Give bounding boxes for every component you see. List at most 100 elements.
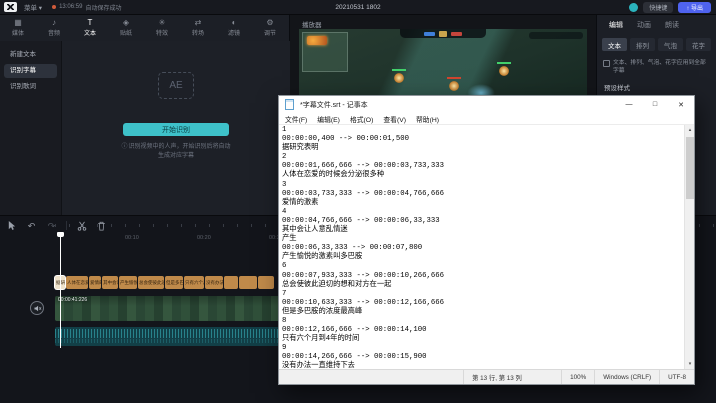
encoding: UTF-8: [659, 370, 694, 384]
inspector-tab[interactable]: 动画: [637, 20, 651, 30]
menu-button[interactable]: 菜单 ▾: [24, 2, 42, 12]
notepad-line: 总会使彼此迫切的想和对方在一起: [282, 280, 392, 289]
menu-label: 菜单 ▾: [24, 5, 43, 12]
info-icon: ⓘ: [121, 144, 128, 150]
subtitle-clip[interactable]: [224, 276, 238, 289]
line-ending: Windows (CRLF): [594, 370, 659, 384]
ruler-label: 00:10: [125, 235, 139, 241]
notepad-text-area[interactable]: 1 00:00:00,400 --> 00:00:01,500 据研究表明 2 …: [279, 125, 684, 369]
notepad-line: 00:00:10,633,333 --> 00:00:12,166,666: [282, 298, 445, 307]
select-cursor-icon[interactable]: [6, 220, 17, 231]
notepad-menu-item[interactable]: 编辑(E): [312, 114, 345, 124]
subtitle-clip-text: 但是多巴胺的浓度最高峰: [166, 280, 183, 285]
subtitle-clip[interactable]: 但是多巴胺的浓度最高峰: [165, 276, 183, 289]
subtitle-clip[interactable]: 只有六个月到4年的时间: [184, 276, 204, 289]
top-bar: 菜单 ▾ 13:06:59 自动保存成功 20210531 1802 快捷键 ↑…: [0, 0, 716, 15]
recognize-description: ⓘ识别视频中的人声，开始识别后将自动 生成对应字幕: [121, 144, 231, 159]
notepad-statusbar: 第 13 行, 第 13 列 100% Windows (CRLF) UTF-8: [279, 369, 694, 384]
sidebar-item[interactable]: 新建文本: [4, 48, 57, 62]
media-tab[interactable]: ⚙ 调节: [252, 15, 288, 41]
media-tab[interactable]: T 文本: [72, 15, 108, 41]
media-tab-icon: ◈: [122, 18, 130, 27]
text-style-subtab[interactable]: 花字: [686, 38, 711, 51]
subtitle-clip[interactable]: 人体在恋爱的时候会分泌很多种: [66, 276, 88, 289]
media-tab[interactable]: ♪ 音频: [36, 15, 72, 41]
media-tab-icon: ⚙: [266, 18, 274, 27]
media-tab[interactable]: ⇄ 转场: [180, 15, 216, 41]
subtitle-clip[interactable]: [239, 276, 257, 289]
hero-blob: [394, 73, 404, 83]
notepad-line: 没有办法一直维持下去: [282, 362, 355, 369]
media-tab[interactable]: ◐ 滤镜: [216, 15, 252, 41]
text-style-subtab[interactable]: 排列: [630, 38, 655, 51]
notepad-line: 据研究表明: [282, 144, 319, 153]
sidebar-item[interactable]: 识别歌词: [4, 80, 57, 94]
subtitle-clip[interactable]: 总会使彼此迫切的想和对方在一起: [138, 276, 164, 289]
shortcuts-button[interactable]: 快捷键: [643, 1, 674, 13]
text-style-subtabs: 文本 排列 气泡 花字: [597, 34, 716, 55]
export-button[interactable]: ↑ 导出: [678, 1, 711, 13]
notepad-line: 00:00:04,766,666 --> 00:00:06,33,333: [282, 216, 440, 225]
apply-all-checkbox[interactable]: [603, 60, 610, 67]
media-tab[interactable]: ✳ 特效: [144, 15, 180, 41]
subtitle-clip-text: 其中会让人意乱情迷: [103, 280, 118, 285]
notepad-scrollbar[interactable]: ▴ ▾: [684, 125, 694, 369]
scroll-down-icon[interactable]: ▾: [685, 359, 694, 369]
autosave-status: 13:06:59 自动保存成功: [52, 3, 121, 12]
media-tab-label: 滤镜: [227, 31, 240, 37]
scroll-up-icon[interactable]: ▴: [685, 125, 694, 135]
record-dot-icon: [52, 5, 57, 9]
media-tab-label: 特效: [155, 31, 168, 37]
subtitle-clip-text: 爱情的激素: [90, 280, 101, 285]
hero-hp-bar: [497, 62, 511, 64]
media-tab-label: 音频: [47, 31, 60, 37]
game-timer-icon: [439, 30, 447, 37]
notepad-line: 00:00:12,166,666 --> 00:00:14,100: [282, 326, 427, 335]
maximize-button[interactable]: □: [642, 96, 668, 113]
autosave-text: 自动保存成功: [85, 5, 122, 12]
autosave-time: 13:06:59: [59, 4, 83, 10]
media-tab-label: 文本: [83, 31, 96, 37]
minimize-button[interactable]: —: [616, 96, 642, 113]
notepad-line: 7: [282, 289, 287, 298]
media-tab[interactable]: ▦ 媒体: [0, 15, 36, 41]
subtitle-clip[interactable]: 产生愉悦的激素叫多巴胺: [119, 276, 137, 289]
undo-icon[interactable]: ↶: [26, 220, 37, 231]
notepad-menu-item[interactable]: 帮助(H): [411, 114, 444, 124]
inspector-tab[interactable]: 编辑: [609, 20, 623, 30]
text-style-subtab[interactable]: 文本: [602, 38, 627, 51]
subtitle-clip[interactable]: 没有办法一直维持下去: [205, 276, 223, 289]
notepad-line: 1: [282, 126, 287, 134]
recognize-subtitle-panel: AE 开始识别 ⓘ识别视频中的人声，开始识别后将自动 生成对应字幕: [62, 41, 290, 215]
notepad-menu-item[interactable]: 格式(O): [345, 114, 378, 124]
mute-original-audio-button[interactable]: [30, 301, 44, 315]
notepad-line: 产生愉悦的激素叫多巴胺: [282, 253, 363, 262]
jianying-logo-icon: [4, 2, 17, 12]
subtitle-clip[interactable]: 其中会让人意乱情迷: [102, 276, 118, 289]
media-tab-label: 贴纸: [119, 31, 132, 37]
subtitle-clip[interactable]: 爱情的激素: [89, 276, 101, 289]
avatar[interactable]: [629, 2, 639, 12]
media-tab-icon: ♪: [52, 18, 56, 27]
game-mvp-badge-icon: [307, 36, 327, 45]
start-recognize-button[interactable]: 开始识别: [123, 123, 229, 136]
notepad-menu-item[interactable]: 查看(V): [378, 114, 411, 124]
notepad-menu-item[interactable]: 文件(F): [280, 114, 312, 124]
enemy-hp-bar: [447, 77, 461, 79]
subtitle-clip[interactable]: [258, 276, 274, 289]
hero-blob: [449, 81, 459, 91]
close-button[interactable]: ✕: [668, 96, 694, 113]
game-scorebar: [400, 29, 486, 38]
sidebar-item[interactable]: 识别字幕: [4, 64, 57, 78]
notepad-titlebar[interactable]: *字幕文件.srt - 记事本 — □ ✕: [279, 96, 694, 113]
media-tab[interactable]: ◈ 贴纸: [108, 15, 144, 41]
inspector-tab[interactable]: 朗读: [665, 20, 679, 30]
scrollbar-thumb[interactable]: [686, 137, 694, 199]
media-tab-label: 调节: [263, 31, 276, 37]
placeholder-icon: AE: [158, 72, 194, 99]
notepad-line: 00:00:07,933,333 --> 00:00:10,266,666: [282, 271, 445, 280]
inspector-tabs: 编辑 动画 朗读: [597, 15, 716, 34]
text-style-subtab[interactable]: 气泡: [658, 38, 683, 51]
notepad-line: 产生: [282, 235, 297, 244]
playhead-line[interactable]: [60, 236, 61, 348]
